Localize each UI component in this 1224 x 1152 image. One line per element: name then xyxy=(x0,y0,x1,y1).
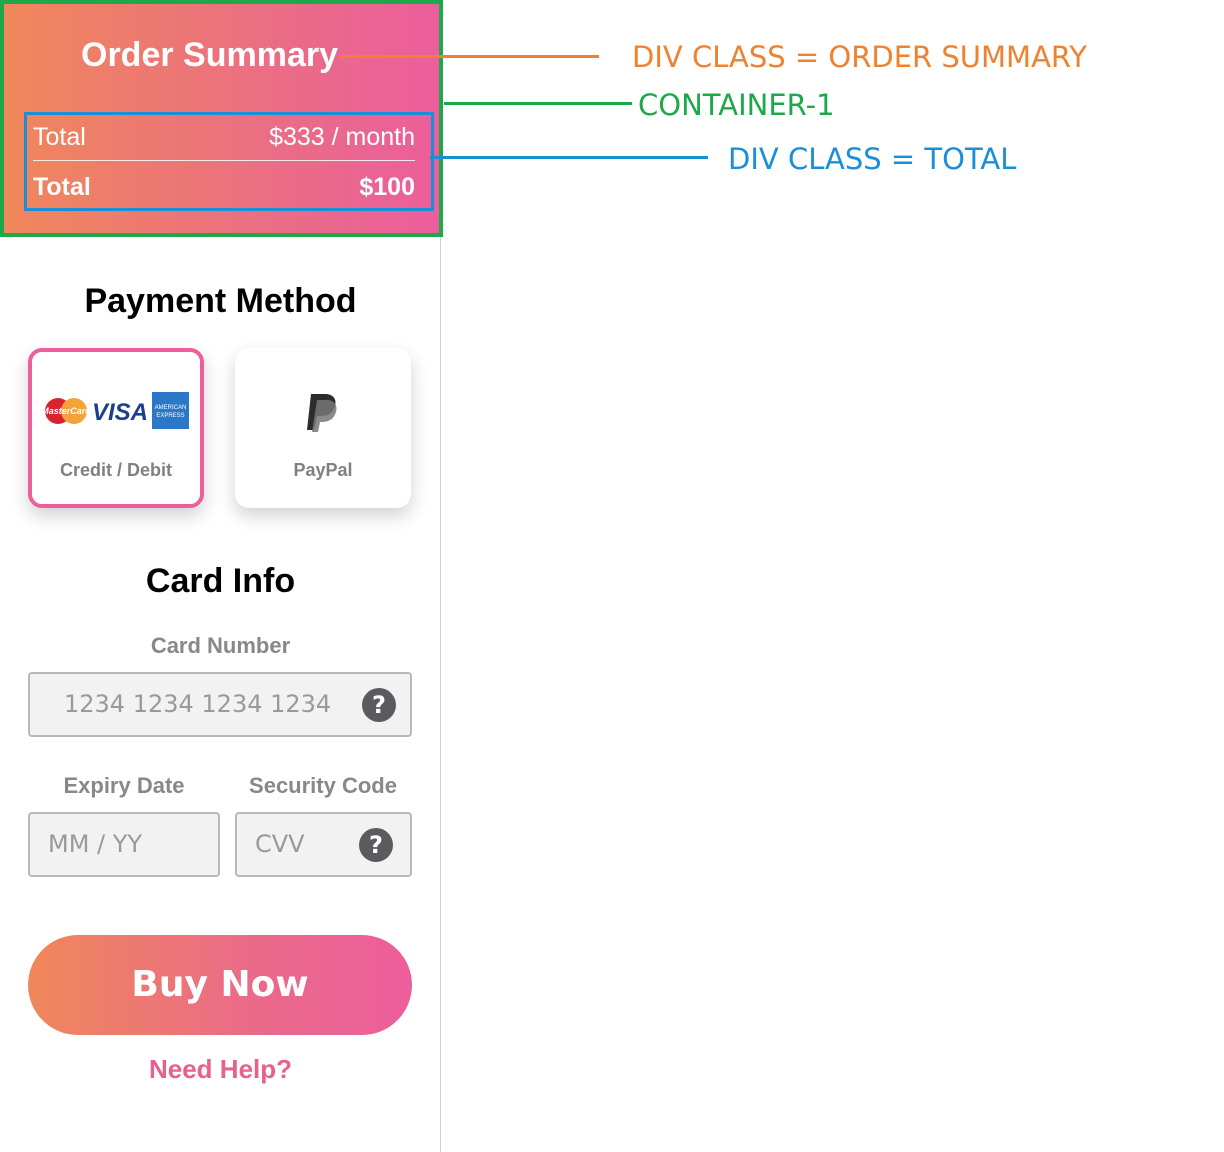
credit-debit-label: Credit / Debit xyxy=(59,460,172,480)
card-number-label: Card Number xyxy=(150,633,291,658)
svg-text:AMERICAN: AMERICAN xyxy=(155,405,187,411)
total-divider xyxy=(33,160,415,161)
paypal-icon xyxy=(307,394,337,432)
credit-debit-option[interactable]: MasterCard VISA AMERICAN EXPRESS Credit … xyxy=(28,348,204,508)
paypal-option[interactable]: PayPal xyxy=(235,348,411,508)
expiry-date-placeholder: MM / YY xyxy=(48,830,143,858)
total-section: Total $333 / month Total $100 xyxy=(24,112,434,211)
card-logos: MasterCard VISA AMERICAN EXPRESS xyxy=(41,392,189,429)
total-annotation: DIV CLASS = TOTAL xyxy=(728,142,1017,176)
expiry-date-label: Expiry Date xyxy=(63,773,185,798)
container-annotation: CONTAINER-1 xyxy=(638,88,835,122)
expiry-date-input[interactable]: MM / YY xyxy=(28,812,220,877)
security-code-placeholder: CVV xyxy=(255,830,305,858)
card-number-input[interactable]: 1234 1234 1234 1234 ? xyxy=(28,672,412,737)
security-code-label: Security Code xyxy=(249,773,397,798)
card-number-help-icon[interactable]: ? xyxy=(362,688,396,722)
svg-text:EXPRESS: EXPRESS xyxy=(156,413,184,419)
security-code-help-icon[interactable]: ? xyxy=(359,828,393,862)
paypal-label: PayPal xyxy=(293,460,353,480)
order-summary-annotation-line xyxy=(341,55,599,58)
order-summary-container: Order Summary Total $333 / month Total $… xyxy=(0,0,443,237)
container-annotation-line xyxy=(444,102,632,105)
svg-text:MasterCard: MasterCard xyxy=(41,406,91,416)
card-number-placeholder: 1234 1234 1234 1234 xyxy=(64,690,332,718)
total-label: Total xyxy=(33,123,86,151)
total-value: $333 / month xyxy=(269,123,415,151)
card-info-title: Card Info xyxy=(145,562,296,600)
visa-icon: VISA xyxy=(92,399,148,426)
need-help-link[interactable]: Need Help? xyxy=(0,1054,441,1085)
order-summary-annotation: DIV CLASS = ORDER SUMMARY xyxy=(632,40,1087,74)
total-label: Total xyxy=(33,173,91,201)
total-value: $100 xyxy=(359,173,415,201)
amex-icon: AMERICAN EXPRESS xyxy=(152,392,189,429)
buy-now-button[interactable]: Buy Now xyxy=(28,935,412,1035)
security-code-input[interactable]: CVV ? xyxy=(235,812,412,877)
svg-text:VISA: VISA xyxy=(92,399,148,426)
total-annotation-line xyxy=(430,156,708,159)
mastercard-icon: MasterCard xyxy=(41,398,91,424)
payment-method-title: Payment Method xyxy=(84,282,357,320)
